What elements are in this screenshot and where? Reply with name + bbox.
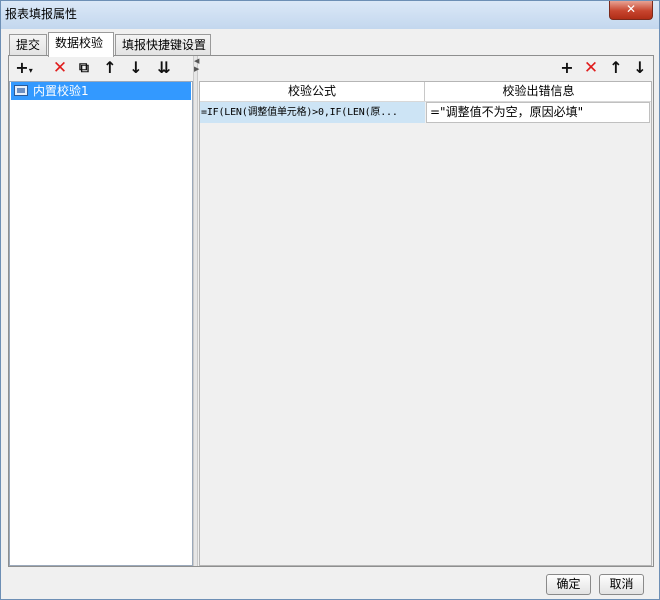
sort-icon[interactable]: ⇊ xyxy=(155,59,173,77)
move-down-icon[interactable]: ↓ xyxy=(631,59,649,77)
rule-icon xyxy=(14,85,28,96)
move-down-icon[interactable]: ↓ xyxy=(127,59,145,77)
validation-panel: +▾ ✕ ⧉ ↑ ↓ ⇊ 内置校验1 ◀ ▶ + ✕ ↑ ↓ 校验公式 校验出错… xyxy=(8,55,654,567)
tab-fill-shortcut-settings[interactable]: 填报快捷键设置 xyxy=(115,34,211,56)
error-message-cell[interactable]: ="调整值不为空，原因必填" xyxy=(426,102,650,123)
dialog-footer: 确定 取消 xyxy=(1,568,659,599)
list-item-label: 内置校验1 xyxy=(33,84,89,98)
formula-pane: + ✕ ↑ ↓ 校验公式 校验出错信息 =IF(LEN(调整值单元格)>0,IF… xyxy=(198,56,653,566)
delete-icon[interactable]: ✕ xyxy=(582,59,600,77)
tab-data-validation[interactable]: 数据校验 xyxy=(48,32,114,57)
list-item[interactable]: 内置校验1 xyxy=(11,82,191,100)
add-icon[interactable]: + xyxy=(558,59,576,77)
validation-list-pane: +▾ ✕ ⧉ ↑ ↓ ⇊ 内置校验1 xyxy=(9,56,193,566)
left-toolbar: +▾ ✕ ⧉ ↑ ↓ ⇊ xyxy=(9,56,193,81)
move-up-icon[interactable]: ↑ xyxy=(101,59,119,77)
cancel-button[interactable]: 取消 xyxy=(599,574,644,595)
add-dropdown-icon[interactable]: +▾ xyxy=(15,59,33,77)
tab-submit[interactable]: 提交 xyxy=(9,34,47,56)
title-bar[interactable]: 报表填报属性 ✕ xyxy=(1,1,659,29)
table-row[interactable]: =IF(LEN(调整值单元格)>0,IF(LEN(原... ="调整值不为空，原… xyxy=(200,102,651,123)
move-up-icon[interactable]: ↑ xyxy=(607,59,625,77)
grid-header: 校验公式 校验出错信息 xyxy=(200,82,651,102)
right-toolbar: + ✕ ↑ ↓ xyxy=(198,56,653,81)
formula-cell[interactable]: =IF(LEN(调整值单元格)>0,IF(LEN(原... xyxy=(200,102,425,123)
column-header-error-message[interactable]: 校验出错信息 xyxy=(426,82,651,101)
formula-grid: 校验公式 校验出错信息 =IF(LEN(调整值单元格)>0,IF(LEN(原..… xyxy=(199,81,652,566)
validation-list[interactable]: 内置校验1 xyxy=(9,81,193,566)
delete-icon[interactable]: ✕ xyxy=(51,59,69,77)
dialog-window: 报表填报属性 ✕ 提交 数据校验 填报快捷键设置 +▾ ✕ ⧉ ↑ ↓ ⇊ 内置… xyxy=(0,0,660,600)
close-button[interactable]: ✕ xyxy=(609,1,653,20)
ok-button[interactable]: 确定 xyxy=(546,574,591,595)
copy-icon[interactable]: ⧉ xyxy=(75,59,93,77)
window-title: 报表填报属性 xyxy=(5,7,78,21)
column-header-formula[interactable]: 校验公式 xyxy=(200,82,425,101)
